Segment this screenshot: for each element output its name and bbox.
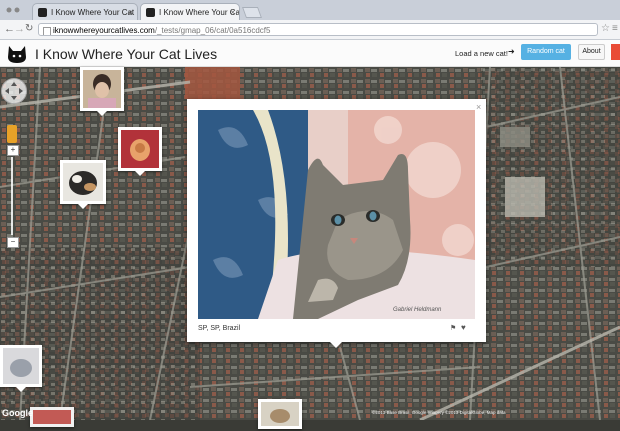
pan-control-icon[interactable] xyxy=(1,78,27,104)
flag-icon[interactable]: ⚑ xyxy=(450,324,456,332)
forward-icon[interactable]: → xyxy=(14,23,25,35)
url-input[interactable]: iknowwhereyourcatlives.com/_tests/gmap_0… xyxy=(38,23,598,36)
window-controls-icon[interactable] xyxy=(6,6,20,14)
cat-photo[interactable]: Gabriel Heldmann xyxy=(198,110,475,319)
cat-thumbnail xyxy=(3,348,39,384)
about-button[interactable]: About xyxy=(578,44,605,60)
cat-photo-marker[interactable] xyxy=(258,399,302,429)
site-title[interactable]: I Know Where Your Cat Lives xyxy=(35,46,217,62)
load-new-cat-text: Load a new cat! xyxy=(455,49,508,58)
cat-photo-marker[interactable] xyxy=(80,67,124,116)
cat-photo-image xyxy=(198,110,475,319)
share-button[interactable] xyxy=(611,44,620,60)
cat-photo-marker[interactable] xyxy=(60,160,106,209)
cat-favicon-icon xyxy=(38,8,47,17)
marker-pointer xyxy=(97,111,107,116)
cat-photo-marker[interactable] xyxy=(0,345,42,392)
zoom-slider-track[interactable] xyxy=(11,157,13,235)
photo-watermark: Gabriel Heldmann xyxy=(393,307,442,313)
cat-photo-marker[interactable] xyxy=(118,127,162,176)
site-header: I Know Where Your Cat Lives Load a new c… xyxy=(0,40,620,67)
zoom-in-icon[interactable]: + xyxy=(7,145,19,156)
reload-icon[interactable]: ↻ xyxy=(25,23,33,35)
wrench-icon[interactable]: ≡ xyxy=(612,23,618,34)
cat-favicon-icon xyxy=(146,8,155,17)
cat-info-popup: × Gabriel Heldmann SP, SP, Brazil ⚑ ♥ xyxy=(187,99,486,348)
popup-pointer xyxy=(330,342,342,348)
random-cat-button[interactable]: Random cat xyxy=(521,44,571,60)
cat-thumbnail xyxy=(63,163,103,201)
map-zoom-control: + − xyxy=(0,77,28,257)
cat-logo-icon[interactable] xyxy=(6,43,28,64)
map-credit: ©2013 Base Brasil, Google Imagery ©2013 … xyxy=(372,410,506,415)
cat-thumbnail xyxy=(261,402,299,426)
tab-label: I Know Where Your Cat Liv xyxy=(51,8,138,17)
tab-label: I Know Where Your Cat Liv xyxy=(159,8,240,17)
cat-thumbnail xyxy=(121,130,159,168)
zoom-out-icon[interactable]: − xyxy=(7,237,19,248)
marker-pointer xyxy=(135,171,145,176)
cat-thumbnail xyxy=(33,410,71,424)
cat-photo-marker[interactable] xyxy=(30,407,74,427)
close-icon[interactable]: × xyxy=(476,102,481,112)
tab-active[interactable]: I Know Where Your Cat Liv × xyxy=(140,3,240,20)
address-bar-row: ← → ↻ iknowwhereyourcatlives.com/_tests/… xyxy=(0,20,620,40)
heart-icon[interactable]: ♥ xyxy=(461,323,466,332)
marker-pointer xyxy=(16,387,26,392)
arrow-right-icon: ➜ xyxy=(508,47,515,56)
marker-pointer xyxy=(78,204,88,209)
pegman-icon[interactable] xyxy=(7,125,17,143)
tab-close-icon[interactable]: × xyxy=(230,4,235,20)
cat-thumbnail xyxy=(83,70,121,108)
new-tab-button[interactable] xyxy=(241,7,263,18)
tab-close-icon[interactable]: × xyxy=(128,4,133,20)
google-logo[interactable]: Google xyxy=(2,408,33,418)
tab-inactive[interactable]: I Know Where Your Cat Liv × xyxy=(32,3,138,20)
cat-location: SP, SP, Brazil xyxy=(198,325,241,332)
star-icon[interactable]: ☆ xyxy=(601,23,610,34)
url-domain: iknowwhereyourcatlives.com xyxy=(53,26,155,35)
page-icon xyxy=(43,27,51,35)
browser-tab-bar: I Know Where Your Cat Liv × I Know Where… xyxy=(0,0,620,21)
url-path: /_tests/gmap_06/cat/0a516cdcf5 xyxy=(154,26,271,35)
